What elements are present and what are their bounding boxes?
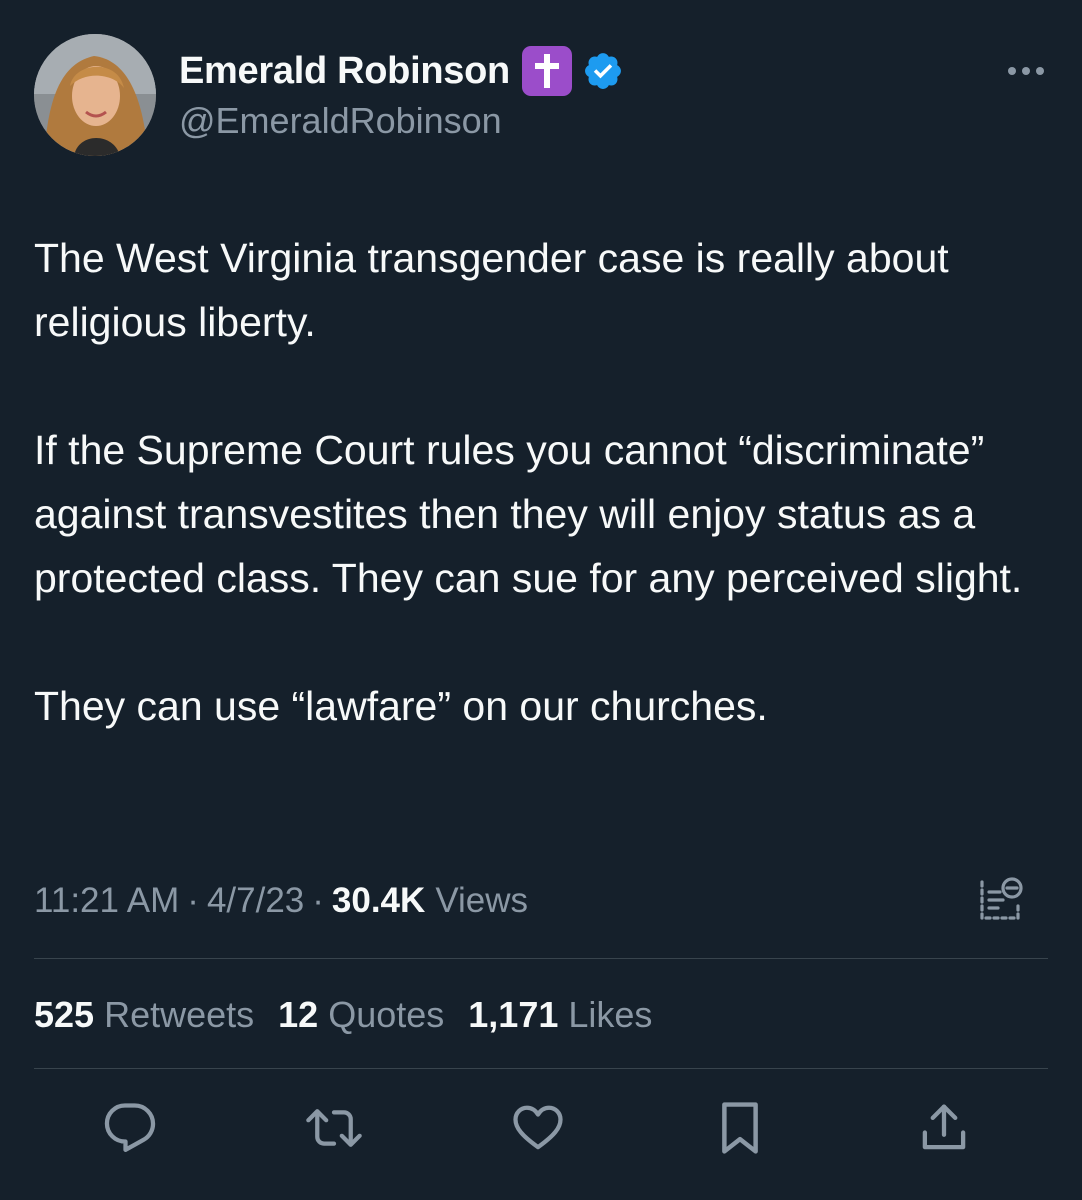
- retweets-stat[interactable]: 525 Retweets: [34, 994, 254, 1036]
- retweet-button[interactable]: [304, 1100, 364, 1160]
- quotes-stat[interactable]: 12 Quotes: [278, 994, 444, 1036]
- share-icon: [917, 1101, 971, 1160]
- likes-stat[interactable]: 1,171 Likes: [468, 994, 652, 1036]
- share-button[interactable]: [914, 1100, 974, 1160]
- quotes-count: 12: [278, 994, 319, 1035]
- display-name[interactable]: Emerald Robinson: [179, 50, 510, 93]
- retweets-label: Retweets: [104, 994, 255, 1035]
- tweet-text: The West Virginia transgender case is re…: [34, 226, 1044, 738]
- tweet-paragraph: They can use “lawfare” on our churches.: [34, 683, 768, 729]
- reply-icon: [103, 1101, 157, 1160]
- verified-badge-icon: [582, 50, 624, 92]
- bookmark-icon: [713, 1099, 767, 1162]
- reply-button[interactable]: [100, 1100, 160, 1160]
- meta-separator: ·: [312, 881, 324, 920]
- tweet-paragraph: If the Supreme Court rules you cannot “d…: [34, 427, 1023, 601]
- quotes-label: Quotes: [328, 994, 445, 1035]
- divider: [34, 1068, 1048, 1069]
- tweet-date[interactable]: 4/7/23: [207, 881, 304, 921]
- retweet-icon: [305, 1101, 363, 1160]
- meta-separator: ·: [187, 881, 199, 920]
- like-button[interactable]: [508, 1100, 568, 1160]
- views-label: Views: [435, 881, 529, 920]
- tweet-paragraph: The West Virginia transgender case is re…: [34, 235, 949, 345]
- tweet-meta: 11:21 AM · 4/7/23 · 30.4K Views: [34, 876, 1048, 926]
- likes-count: 1,171: [468, 994, 559, 1035]
- handle[interactable]: @EmeraldRobinson: [179, 100, 624, 142]
- tweet-time[interactable]: 11:21 AM: [34, 881, 179, 921]
- author-block: Emerald Robinson @EmeraldRobinson: [179, 46, 624, 142]
- analytics-icon[interactable]: [976, 874, 1026, 924]
- tweet-header: Emerald Robinson @EmeraldRobinson: [34, 34, 1048, 158]
- likes-label: Likes: [568, 994, 653, 1035]
- name-row: Emerald Robinson: [179, 46, 624, 96]
- engagement-stats: 525 Retweets 12 Quotes 1,171 Likes: [34, 990, 676, 1040]
- like-heart-icon: [511, 1101, 565, 1160]
- latin-cross-emoji-icon: [521, 46, 572, 96]
- retweets-count: 525: [34, 994, 95, 1035]
- action-bar: [34, 1100, 1048, 1160]
- divider: [34, 958, 1048, 959]
- bookmark-button[interactable]: [710, 1100, 770, 1160]
- avatar[interactable]: [34, 34, 156, 156]
- views-count: 30.4K: [331, 881, 426, 920]
- more-options-icon[interactable]: [1006, 64, 1046, 76]
